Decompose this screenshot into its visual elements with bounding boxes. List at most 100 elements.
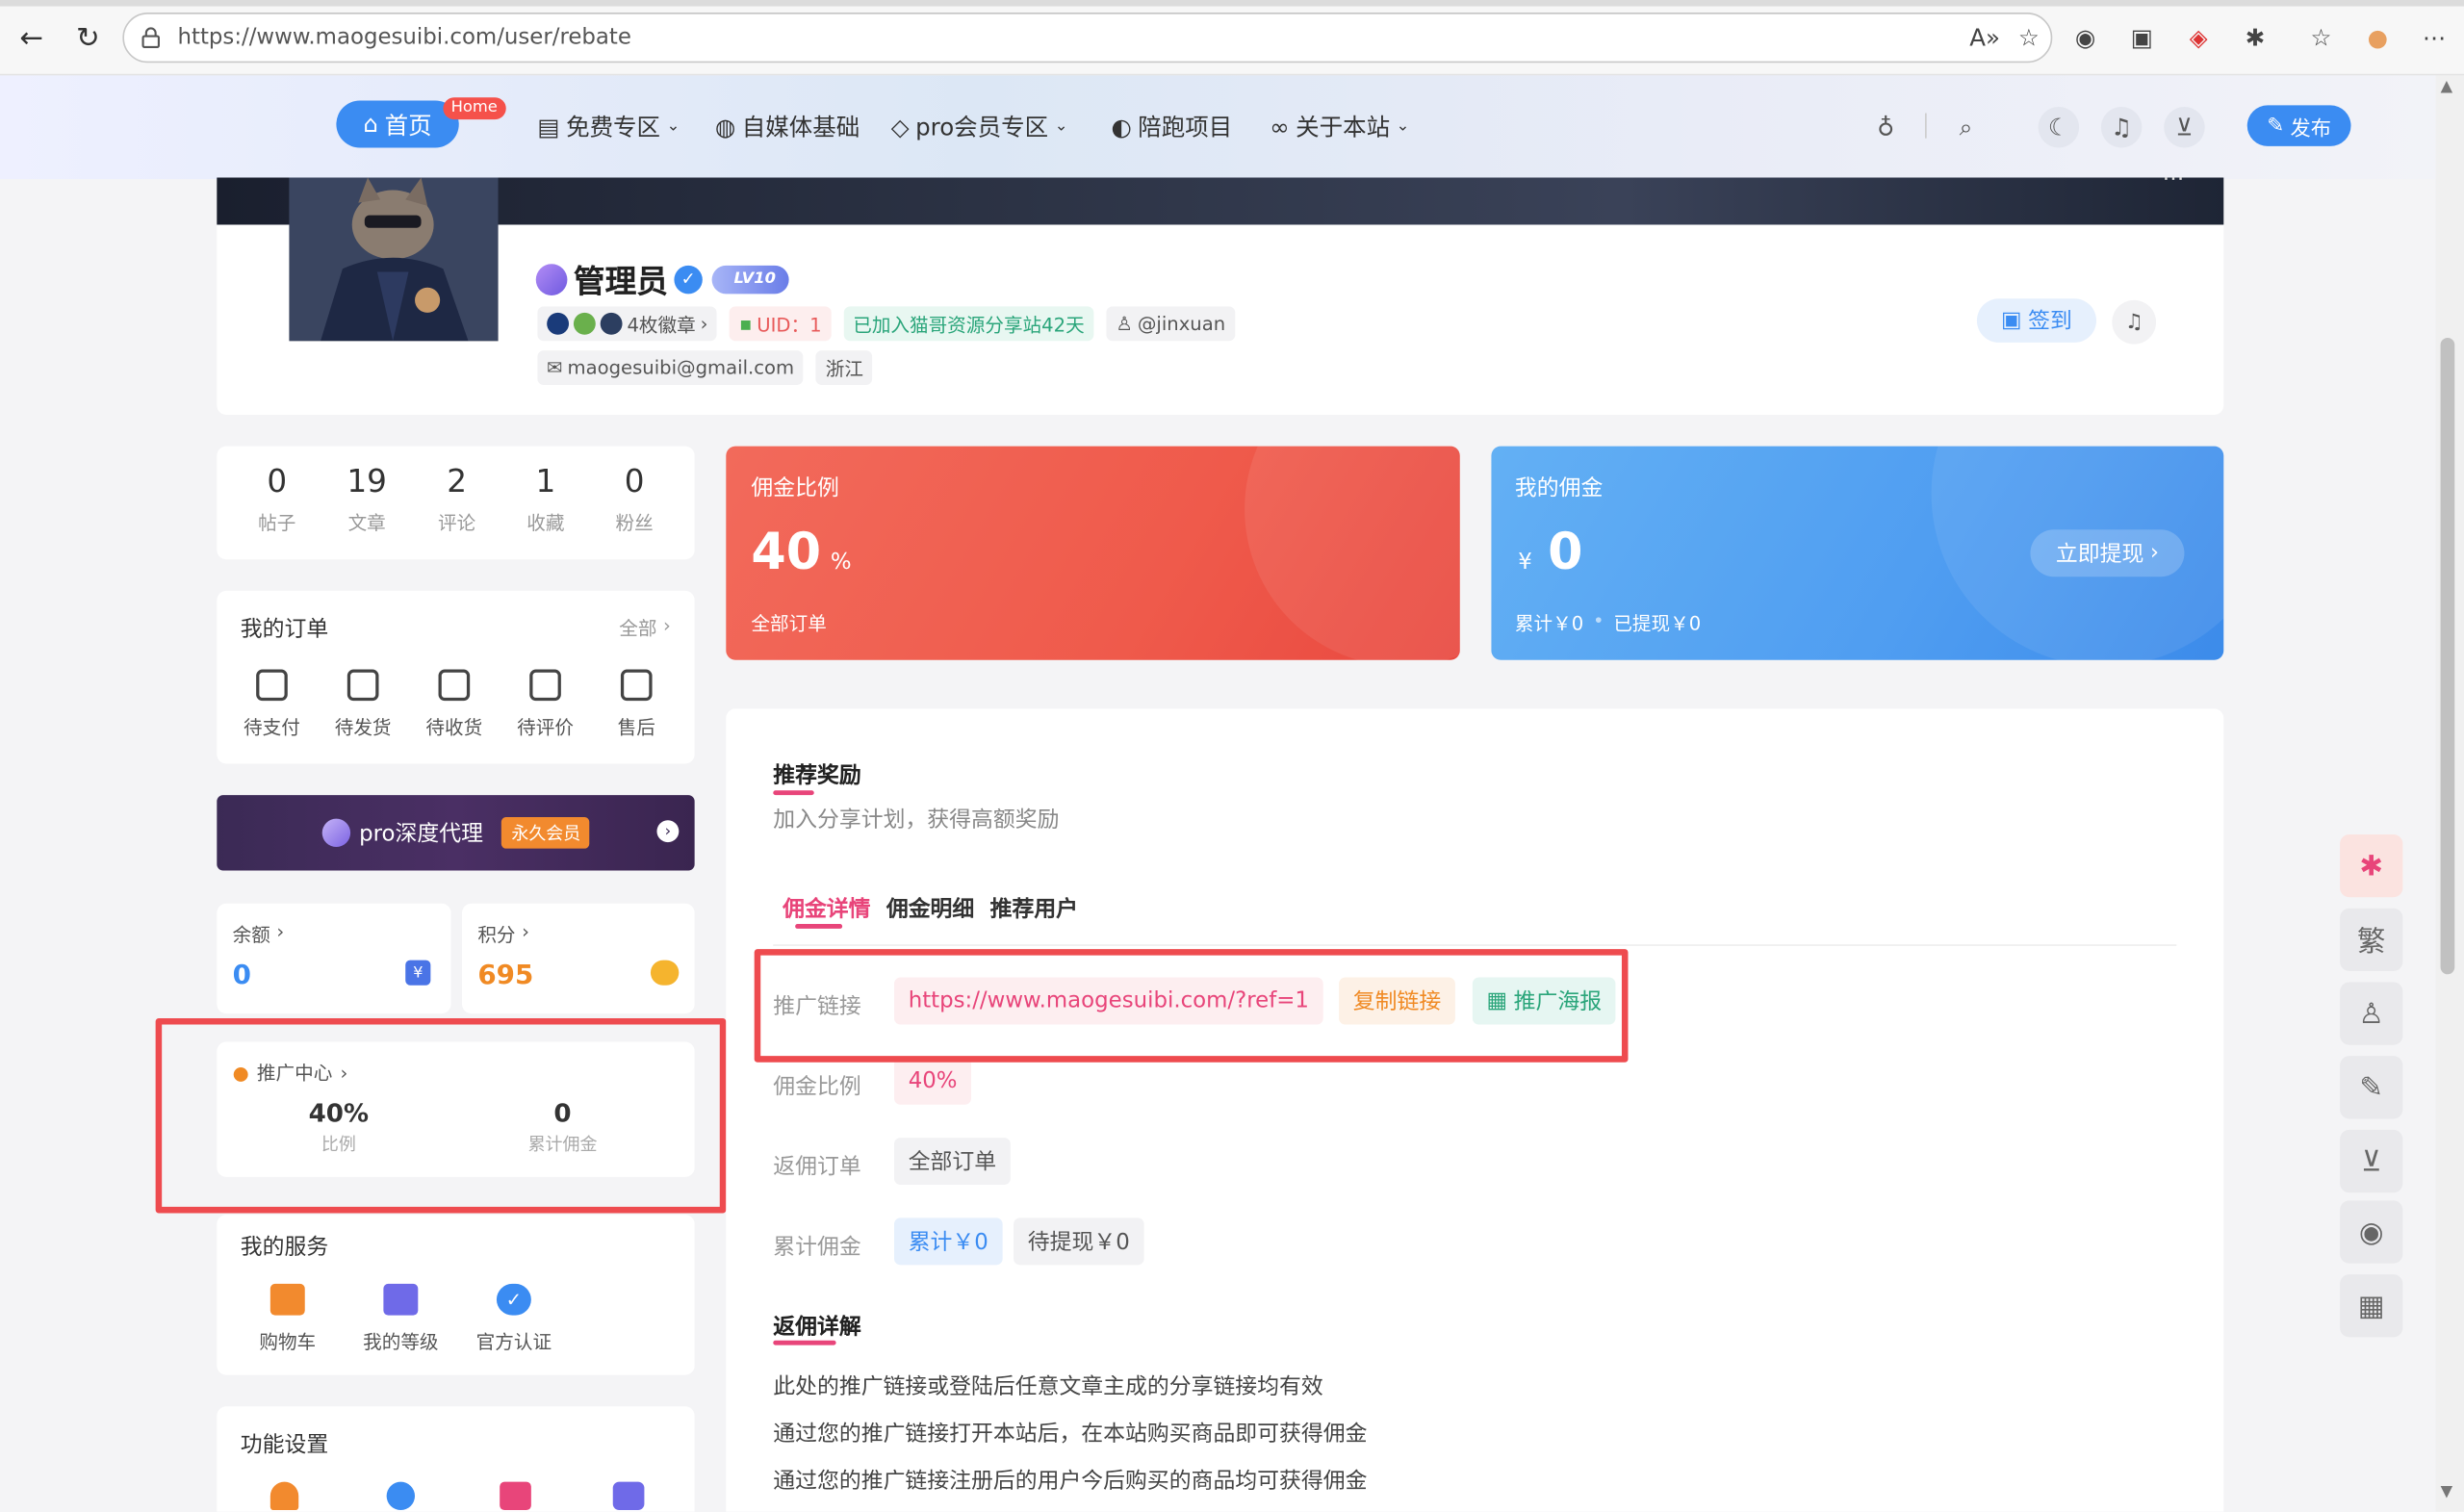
- stat-posts-label: 帖子: [258, 512, 296, 535]
- wallet-icon: [256, 669, 288, 702]
- shield-icon[interactable]: [612, 1481, 645, 1511]
- tab-commission-list[interactable]: 佣金明细: [886, 892, 974, 924]
- address-bar[interactable]: https://www.maogesuibi.com/user/rebate: [122, 13, 2053, 64]
- email-tag: ✉ maogesuibi@gmail.com: [537, 350, 804, 386]
- nav-pro[interactable]: ◇ pro会员专区 ⌄: [891, 110, 1068, 142]
- stats-row: 0 帖子 19 文章 2 评论 1 收藏 0 粉丝: [217, 447, 694, 536]
- stat-fans[interactable]: 0 粉丝: [615, 462, 653, 536]
- favorite-star-icon[interactable]: ☆: [2012, 20, 2046, 55]
- moon-icon[interactable]: ☾: [2038, 107, 2080, 148]
- arrow-right-icon: ›: [656, 820, 680, 843]
- stat-posts[interactable]: 0 帖子: [258, 462, 295, 536]
- coins-icon: [650, 960, 680, 986]
- orders-label: 返佣订单: [773, 1155, 861, 1181]
- order-after-sale[interactable]: 售后: [597, 669, 676, 740]
- orders-all-link[interactable]: 全部 ›: [619, 614, 671, 641]
- cover-more-icon[interactable]: ⋯: [2163, 167, 2185, 192]
- extension-icon-3[interactable]: ◈: [2181, 20, 2216, 55]
- points-card[interactable]: 积分 › 695: [462, 903, 695, 1014]
- id-icon: ▪: [739, 312, 753, 335]
- commission-summary: 累计￥0 • 已提现￥0: [1515, 609, 1701, 636]
- traditional-chinese-button[interactable]: 繁: [2340, 908, 2403, 972]
- reward-title-underline: [773, 790, 814, 796]
- publish-button[interactable]: ✎ 发布: [2246, 105, 2351, 146]
- bell-icon[interactable]: ♫: [2100, 107, 2143, 148]
- orders-card: 我的订单 全部 › 待支付 待发货 待收货 待评价 售后: [217, 590, 695, 764]
- stat-fans-label: 粉丝: [615, 512, 654, 535]
- service-level[interactable]: 我的等级: [362, 1283, 441, 1354]
- add-user-icon[interactable]: ♙: [2340, 982, 2403, 1045]
- stat-articles[interactable]: 19 文章: [346, 462, 387, 536]
- orders-title: 我的订单: [240, 617, 329, 643]
- order-pending-ship[interactable]: 待发货: [323, 669, 402, 740]
- refresh-icon[interactable]: ↻: [66, 15, 111, 60]
- chevron-right-icon: ›: [276, 920, 285, 943]
- avatar[interactable]: [289, 177, 499, 342]
- order-pending-receive[interactable]: 待收货: [415, 669, 494, 740]
- uid-text: UID：1: [757, 313, 822, 336]
- nav-media[interactable]: ◍ 自媒体基础: [715, 110, 860, 142]
- gift-icon[interactable]: [500, 1481, 531, 1511]
- nav-coach[interactable]: ◐ 陪跑项目: [1111, 110, 1232, 142]
- more-menu-icon[interactable]: ⋯: [2417, 20, 2451, 55]
- service-verify[interactable]: ✓ 官方认证: [475, 1283, 553, 1354]
- chevron-right-icon: ›: [663, 614, 671, 637]
- site-info-icon[interactable]: [140, 27, 162, 49]
- user-icon: ♙: [1116, 312, 1133, 335]
- extension-icon-1[interactable]: ◉: [2068, 20, 2103, 55]
- order-pending-pay[interactable]: 待支付: [233, 669, 312, 740]
- notification-bell-icon[interactable]: ♫: [2112, 299, 2157, 345]
- stat-articles-num: 19: [346, 462, 387, 500]
- gift-float-button[interactable]: ✱: [2340, 833, 2403, 898]
- badges-label: 4枚徽章: [627, 313, 696, 336]
- cart-icon[interactable]: ⊻: [2164, 107, 2205, 148]
- stat-comments-num: 2: [447, 462, 467, 500]
- email-text: maogesuibi@gmail.com: [567, 356, 795, 379]
- nav-home-label: 首页: [384, 111, 432, 140]
- scroll-down-icon[interactable]: ▼: [2441, 1483, 2453, 1500]
- signin-label: 签到: [2028, 309, 2072, 335]
- profile-icon[interactable]: ●: [2360, 20, 2395, 55]
- stats-card: 0 帖子 19 文章 2 评论 1 收藏 0 粉丝: [217, 446, 695, 560]
- pro-banner[interactable]: pro深度代理 永久会员 ›: [217, 795, 695, 871]
- orders-value[interactable]: 全部订单: [894, 1138, 1011, 1186]
- signin-button[interactable]: ▣ 签到: [1976, 298, 2097, 343]
- scroll-up-icon[interactable]: ▲: [2441, 79, 2453, 96]
- nav-home[interactable]: ⌂ 首页: [336, 100, 459, 148]
- tab-commission-detail[interactable]: 佣金详情: [783, 892, 870, 924]
- search-icon[interactable]: ⌕: [1945, 107, 1986, 147]
- stat-comments[interactable]: 2 评论: [438, 462, 475, 536]
- favorites-icon[interactable]: ☆: [2304, 20, 2339, 55]
- withdraw-button[interactable]: 立即提现 ›: [2030, 529, 2185, 577]
- badges-tag[interactable]: 4枚徽章 ›: [537, 306, 718, 342]
- balance-card[interactable]: 余额 › 0 ¥: [217, 903, 451, 1014]
- nav-free[interactable]: ▤ 免费专区 ⌄: [537, 110, 680, 142]
- order-pending-review[interactable]: 待评价: [506, 669, 585, 740]
- extensions-icon[interactable]: ✱: [2238, 20, 2272, 55]
- box-icon: [346, 669, 379, 702]
- rate-card-value: 40: [751, 522, 822, 582]
- stat-favorites[interactable]: 1 收藏: [526, 462, 564, 536]
- tab-referred-users[interactable]: 推荐用户: [990, 892, 1078, 924]
- scrollbar-thumb[interactable]: [2440, 338, 2455, 975]
- wechat-icon[interactable]: ◉: [2340, 1200, 2403, 1264]
- pending-value: 待提现￥0: [1014, 1217, 1144, 1266]
- qrcode-icon[interactable]: ▦: [2340, 1274, 2403, 1338]
- read-aloud-icon[interactable]: A»: [1967, 20, 2002, 55]
- back-icon[interactable]: ←: [10, 15, 54, 60]
- uid-tag: ▪ UID：1: [730, 306, 832, 342]
- bulb-icon[interactable]: ♁: [1865, 107, 1906, 147]
- edit-icon[interactable]: ✎: [2340, 1056, 2403, 1119]
- orders-row: 待支付 待发货 待收货 待评价 售后: [233, 669, 676, 740]
- service-cart[interactable]: 购物车: [248, 1283, 327, 1354]
- home-badge: Home: [443, 97, 505, 120]
- bell-icon[interactable]: [270, 1481, 299, 1511]
- tab-strip: [0, 0, 2464, 7]
- user-settings-icon[interactable]: [386, 1481, 416, 1511]
- publish-label: 发布: [2290, 116, 2332, 141]
- cart-icon[interactable]: ⊻: [2340, 1129, 2403, 1193]
- nav-about[interactable]: ∞ 关于本站 ⌄: [1270, 110, 1409, 142]
- nav-free-label: 免费专区: [566, 113, 661, 141]
- extension-icon-2[interactable]: ▣: [2124, 20, 2159, 55]
- site-header: ⌂ 首页 Home ▤ 免费专区 ⌄ ◍ 自媒体基础 ◇ pro会员专区 ⌄ ◐ 陪跑项目 …: [0, 75, 2436, 180]
